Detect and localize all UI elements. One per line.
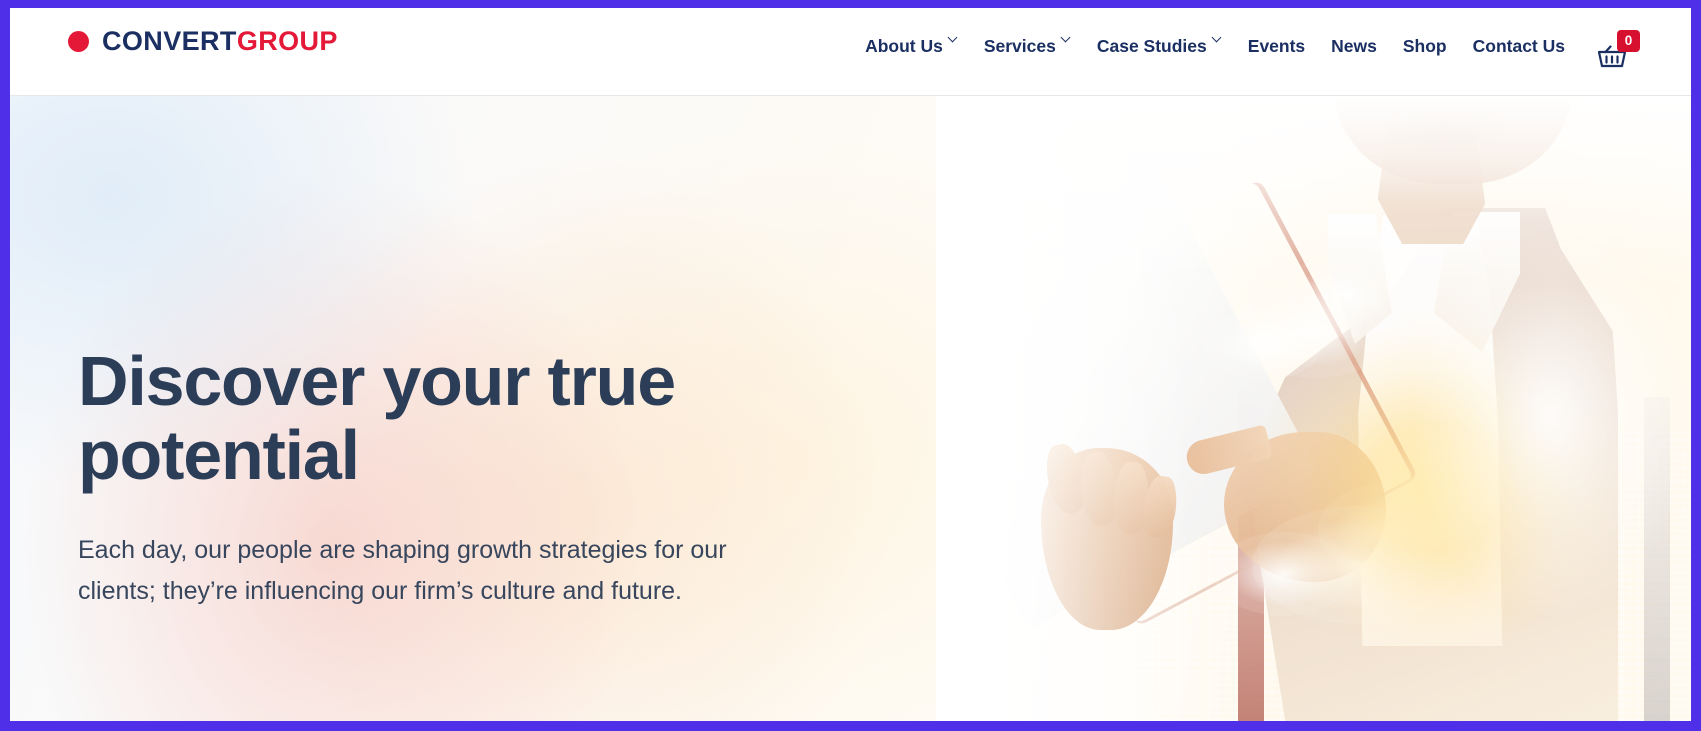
page-frame: CONVERTGROUP About Us Services Case Stud… — [0, 0, 1701, 731]
nav-label-shop: Shop — [1402, 36, 1447, 56]
nav-item-events[interactable]: Events — [1248, 36, 1305, 57]
chevron-down-icon — [1213, 34, 1222, 43]
hero-subtitle: Each day, our people are shaping growth … — [78, 536, 727, 605]
hero-section: Discover your true potential Each day, o… — [10, 96, 1691, 721]
nav-label-events: Events — [1247, 36, 1306, 56]
nav-item-news[interactable]: News — [1331, 36, 1377, 57]
logo-word-convert: CONVERT — [102, 26, 237, 56]
nav-item-case-studies[interactable]: Case Studies — [1097, 36, 1222, 57]
logo-word-group: GROUP — [236, 26, 338, 56]
nav-item-about-us[interactable]: About Us — [865, 36, 958, 57]
logo-dot-icon — [68, 31, 89, 52]
cart-button[interactable]: 0 — [1597, 30, 1643, 74]
cloud-overlay — [1214, 532, 1354, 616]
hero-copy: Discover your true potential Each day, o… — [78, 344, 778, 611]
site-header: CONVERTGROUP About Us Services Case Stud… — [10, 8, 1691, 96]
chevron-down-icon — [949, 34, 958, 43]
cloud-overlay — [1204, 310, 1322, 380]
nav-item-contact-us[interactable]: Contact Us — [1473, 36, 1565, 57]
photo-left-fade — [936, 96, 1196, 721]
chevron-down-icon — [1062, 34, 1071, 43]
logo-wordmark: CONVERTGROUP — [102, 28, 338, 55]
brand-logo[interactable]: CONVERTGROUP — [68, 28, 338, 55]
nav-item-services[interactable]: Services — [984, 36, 1071, 57]
nav-label-news: News — [1331, 36, 1377, 56]
hero-image — [936, 96, 1691, 721]
hero-title: Discover your true potential — [78, 342, 676, 495]
primary-navigation: About Us Services Case Studies Events Ne… — [865, 36, 1565, 57]
cart-count-badge: 0 — [1617, 30, 1640, 52]
nav-label-services: Services — [983, 36, 1056, 56]
nav-label-contact-us: Contact Us — [1472, 36, 1565, 56]
nav-label-case-studies: Case Studies — [1096, 36, 1207, 56]
nav-label-about-us: About Us — [865, 36, 943, 56]
nav-item-shop[interactable]: Shop — [1403, 36, 1447, 57]
browser-viewport: CONVERTGROUP About Us Services Case Stud… — [10, 8, 1691, 721]
